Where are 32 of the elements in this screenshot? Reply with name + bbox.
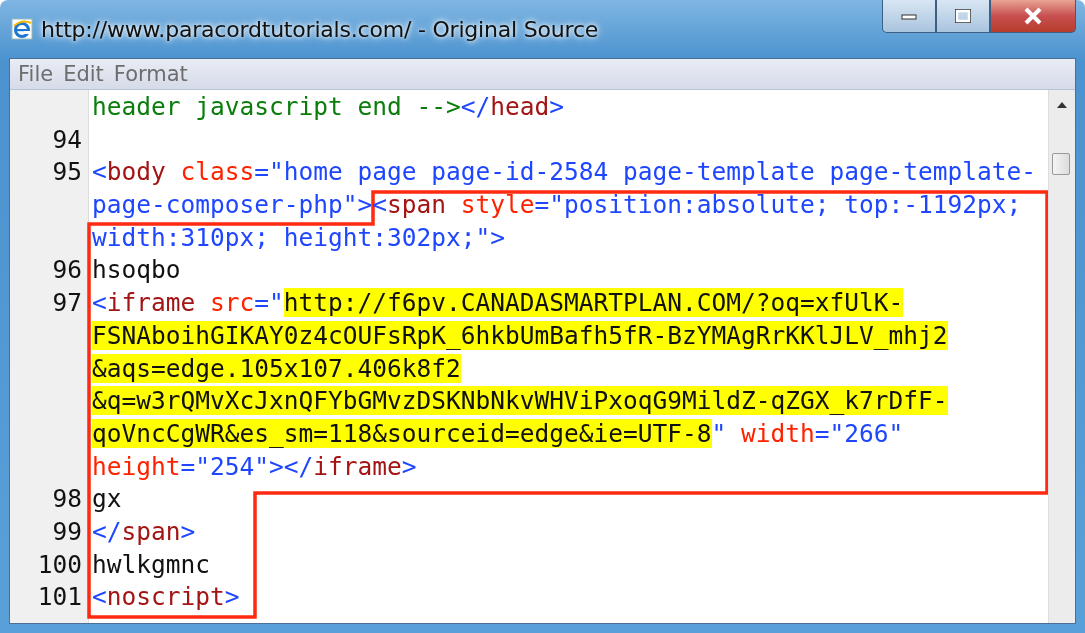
- code-line: hwlkgmnc: [92, 549, 210, 579]
- code-line: width:310px; height:302px;">: [92, 222, 506, 252]
- maximize-button[interactable]: [936, 0, 990, 33]
- line-number: 101: [37, 582, 82, 612]
- minimize-button[interactable]: [882, 0, 936, 33]
- code-line: <noscript>: [92, 582, 240, 612]
- close-button[interactable]: [990, 0, 1076, 33]
- letter-e-icon: [11, 18, 33, 40]
- line-number: 96: [52, 255, 82, 285]
- scrollbar-thumb[interactable]: [1052, 153, 1070, 175]
- minimize-icon: [901, 12, 917, 20]
- code-line: height="254"></iframe>: [92, 451, 417, 481]
- code-line: <iframe src="http://f6pv.CANADASMARTPLAN.COM/?oq=xfUlK-: [92, 288, 904, 318]
- code-line: <body class="home page page-id-2584 page-template page-template-: [92, 157, 1037, 187]
- code-line: gx: [92, 484, 122, 514]
- maximize-icon: [954, 8, 972, 24]
- code-line: </span>: [92, 516, 196, 546]
- line-number: 99: [52, 516, 82, 546]
- menu-item[interactable]: Edit: [63, 62, 104, 86]
- menu-item[interactable]: File: [18, 62, 54, 86]
- close-icon: [1023, 7, 1043, 25]
- line-number: 95: [52, 157, 82, 187]
- line-number: 94: [52, 124, 82, 154]
- scroll-up-icon[interactable]: [1057, 102, 1067, 108]
- code-line: header javascript end --></head>: [92, 92, 565, 121]
- line-number: 98: [52, 484, 82, 514]
- scrollbar[interactable]: [1048, 90, 1075, 623]
- line-number: 100: [37, 549, 82, 579]
- menu-item[interactable]: Format: [113, 62, 188, 86]
- window-title: http://www.paracordtutorials.com/ - Original Source: [41, 16, 599, 42]
- line-number: 97: [52, 288, 82, 318]
- code-line: hsoqbo: [92, 255, 181, 285]
